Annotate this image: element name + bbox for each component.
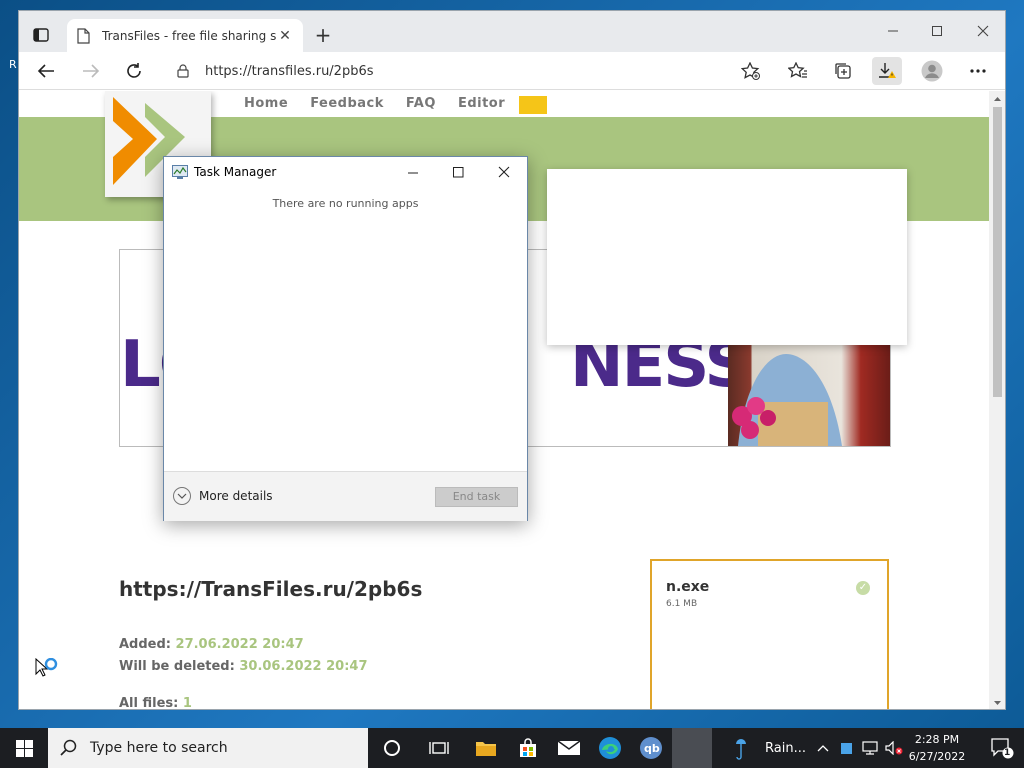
tm-maximize-icon[interactable] (435, 157, 481, 187)
clock-date: 6/27/2022 (908, 750, 966, 763)
nav-editor[interactable]: Editor (458, 96, 505, 111)
task-manager-title: Task Manager (194, 165, 277, 179)
back-arrow-icon[interactable] (31, 57, 61, 85)
notification-count: 1 (1004, 748, 1011, 758)
volume-muted-icon[interactable] (884, 728, 904, 768)
page-scrollbar[interactable] (989, 91, 1006, 709)
nav-highlight-button[interactable] (519, 96, 547, 114)
nav-feedback[interactable]: Feedback (310, 96, 384, 111)
weather-widget[interactable]: Rain... (735, 728, 806, 768)
add-favorite-icon[interactable] (736, 57, 766, 85)
allfiles-label: All files: (119, 696, 179, 710)
collections-icon[interactable] (828, 57, 858, 85)
search-icon (60, 739, 77, 756)
busy-cursor-icon (35, 657, 59, 683)
favorites-icon[interactable] (783, 57, 813, 85)
address-bar[interactable]: https://transfiles.ru/2pb6s (169, 57, 749, 85)
edge-browser-icon[interactable] (590, 728, 630, 768)
svg-text:qb: qb (644, 742, 660, 755)
downloads-icon[interactable] (872, 57, 902, 85)
lock-icon[interactable] (177, 64, 189, 78)
system-clock[interactable]: 2:28 PM 6/27/2022 (906, 731, 968, 765)
file-explorer-icon[interactable] (466, 728, 506, 768)
more-details-label: More details (199, 489, 273, 503)
scroll-thumb[interactable] (993, 107, 1002, 397)
taskbar: Type here to search qb Rain... 2:28 PM 6… (0, 728, 1024, 768)
added-value: 27.06.2022 20:47 (175, 637, 304, 652)
network-icon[interactable] (860, 728, 880, 768)
deleted-row: Will be deleted: 30.06.2022 20:47 (119, 659, 368, 674)
nav-faq[interactable]: FAQ (406, 96, 436, 111)
file-size: 6.1 MB (666, 599, 698, 609)
task-manager-window: Task Manager There are no running apps M… (163, 156, 528, 521)
allfiles-value: 1 (182, 696, 192, 710)
minimize-icon[interactable] (871, 17, 915, 45)
allfiles-row: All files: 1 (119, 696, 192, 710)
scroll-down-icon[interactable] (989, 697, 1006, 709)
more-details-button[interactable]: More details (173, 487, 273, 505)
tray-app-icon[interactable] (838, 728, 854, 768)
qbittorrent-icon[interactable]: qb (631, 728, 671, 768)
show-hidden-icons-chevron-icon[interactable] (814, 728, 832, 768)
refresh-icon[interactable] (119, 57, 149, 85)
active-taskbar-button[interactable] (672, 728, 712, 768)
added-label: Added: (119, 637, 171, 652)
tab-close-icon[interactable]: ✕ (277, 28, 293, 44)
weather-text: Rain... (765, 740, 806, 756)
windows-start-icon[interactable] (0, 728, 48, 768)
file-link-heading[interactable]: https://TransFiles.ru/2pb6s (119, 577, 422, 601)
tab-strip: TransFiles - free file sharing serv ✕ + (19, 11, 1005, 52)
address-url: https://transfiles.ru/2pb6s (205, 63, 374, 79)
notifications-icon[interactable]: 1 (982, 728, 1022, 768)
downloads-flyout (547, 169, 907, 345)
clock-time: 2:28 PM (914, 733, 960, 746)
no-apps-message: There are no running apps (272, 197, 419, 210)
task-manager-footer: More details End task (164, 471, 527, 521)
chevron-down-icon (173, 487, 191, 505)
tab-title: TransFiles - free file sharing serv (102, 28, 277, 43)
umbrella-icon (736, 739, 746, 760)
task-manager-titlebar[interactable]: Task Manager (164, 157, 527, 187)
added-row: Added: 27.06.2022 20:47 (119, 637, 304, 652)
browser-toolbar: https://transfiles.ru/2pb6s (19, 52, 1005, 90)
close-window-icon[interactable] (961, 17, 1005, 45)
task-manager-icon (172, 165, 188, 179)
cortana-icon[interactable] (372, 728, 412, 768)
desktop-edge-text: R (9, 58, 17, 71)
store-icon[interactable] (508, 728, 548, 768)
tab-actions-icon[interactable] (29, 23, 53, 47)
tm-minimize-icon[interactable] (390, 157, 436, 187)
search-placeholder: Type here to search (90, 740, 228, 756)
new-tab-button[interactable]: + (311, 24, 335, 48)
tab-transfiles[interactable]: TransFiles - free file sharing serv ✕ (67, 19, 303, 52)
nav-home[interactable]: Home (244, 96, 288, 111)
site-nav: Home Feedback FAQ Editor (244, 96, 505, 111)
deleted-value: 30.06.2022 20:47 (239, 659, 368, 674)
file-name: n.exe (666, 579, 710, 595)
mail-icon[interactable] (549, 728, 589, 768)
end-task-button[interactable]: End task (435, 487, 518, 507)
checkmark-icon[interactable]: ✓ (856, 581, 870, 595)
tm-close-icon[interactable] (481, 157, 527, 187)
document-icon (77, 27, 91, 44)
profile-avatar-icon[interactable] (917, 57, 947, 85)
maximize-icon[interactable] (915, 17, 959, 45)
file-card[interactable]: n.exe 6.1 MB ✓ (650, 559, 889, 709)
forward-arrow-icon[interactable] (76, 57, 106, 85)
scroll-up-icon[interactable] (989, 93, 1006, 105)
taskbar-search-box[interactable]: Type here to search (48, 728, 368, 768)
task-view-icon[interactable] (419, 728, 459, 768)
more-options-icon[interactable] (963, 57, 993, 85)
deleted-label: Will be deleted: (119, 659, 235, 674)
